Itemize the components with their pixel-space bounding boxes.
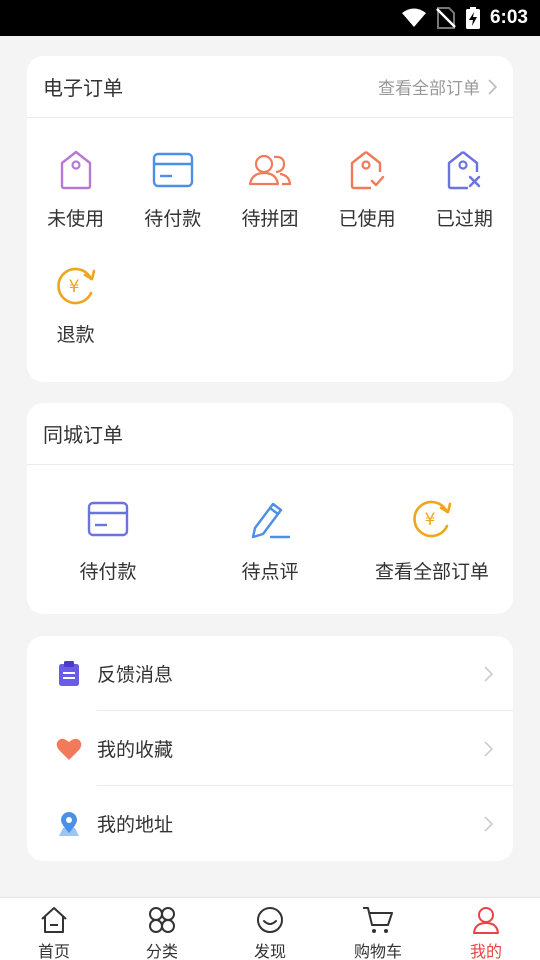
user-icon bbox=[473, 907, 499, 934]
order-status-refund[interactable]: ¥ 退款 bbox=[27, 264, 124, 380]
refund-icon: ¥ bbox=[56, 267, 95, 305]
order-status-pending-group[interactable]: 待拼团 bbox=[221, 148, 318, 264]
tab-cart[interactable]: 购物车 bbox=[324, 898, 432, 960]
order-status-pending-payment[interactable]: 待付款 bbox=[124, 148, 221, 264]
no-sim-icon bbox=[436, 7, 456, 29]
city-order-label: 待付款 bbox=[79, 561, 137, 583]
tab-label: 分类 bbox=[145, 942, 178, 960]
city-orders-title: 同城订单 bbox=[43, 423, 123, 447]
order-status-label: 待付款 bbox=[144, 208, 202, 230]
tab-label: 我的 bbox=[469, 942, 502, 960]
bottom-tab-bar: 首页 分类 发现 购物车 我的 bbox=[0, 897, 540, 960]
menu-item-address[interactable]: 我的地址 bbox=[27, 786, 513, 861]
view-all-orders-link[interactable]: 查看全部订单 bbox=[378, 74, 497, 99]
chevron-right-icon bbox=[484, 815, 493, 832]
order-status-unused[interactable]: 未使用 bbox=[27, 148, 124, 264]
menu-item-label: 我的收藏 bbox=[97, 739, 174, 761]
chevron-right-icon bbox=[488, 78, 497, 95]
svg-text:¥: ¥ bbox=[68, 277, 79, 297]
tab-mine[interactable]: 我的 bbox=[432, 898, 540, 960]
used-tag-icon bbox=[350, 151, 385, 190]
city-order-label: 待点评 bbox=[241, 561, 299, 583]
electronic-orders-card: 电子订单 查看全部订单 未使用 待付款 待拼团 已使用 已过期 ¥ 退款 bbox=[27, 56, 513, 382]
svg-text:¥: ¥ bbox=[425, 510, 436, 530]
electronic-orders-header: 电子订单 查看全部订单 bbox=[27, 56, 513, 118]
battery-charging-icon bbox=[465, 7, 480, 29]
status-bar: 6:03 bbox=[0, 0, 540, 36]
order-status-label: 未使用 bbox=[47, 208, 105, 230]
pen-icon bbox=[251, 502, 291, 539]
menu-item-feedback[interactable]: 反馈消息 bbox=[27, 636, 513, 711]
tab-discover[interactable]: 发现 bbox=[216, 898, 324, 960]
expired-tag-icon bbox=[448, 151, 481, 190]
order-status-label: 已过期 bbox=[435, 208, 493, 230]
chevron-right-icon bbox=[484, 665, 493, 682]
order-status-label: 待拼团 bbox=[241, 208, 299, 230]
menu-item-label: 反馈消息 bbox=[97, 664, 174, 686]
electronic-orders-title: 电子订单 bbox=[43, 76, 123, 100]
chevron-right-icon bbox=[484, 740, 493, 757]
view-all-orders-label: 查看全部订单 bbox=[378, 79, 480, 99]
order-status-used[interactable]: 已使用 bbox=[319, 148, 416, 264]
location-pin-icon bbox=[59, 811, 79, 836]
unused-tag-icon bbox=[60, 150, 91, 190]
order-status-label: 退款 bbox=[56, 324, 95, 346]
yen-refresh-icon: ¥ bbox=[413, 500, 452, 538]
city-order-label: 查看全部订单 bbox=[374, 561, 489, 583]
clipboard-icon bbox=[59, 660, 79, 686]
tab-label: 首页 bbox=[37, 942, 70, 960]
wifi-icon bbox=[401, 8, 426, 27]
menu-item-favorites[interactable]: 我的收藏 bbox=[27, 711, 513, 786]
city-order-view-all[interactable]: ¥ 查看全部订单 bbox=[351, 497, 513, 584]
menu-card: 反馈消息 我的收藏 我的地址 bbox=[27, 636, 513, 861]
order-status-expired[interactable]: 已过期 bbox=[416, 148, 513, 264]
home-icon bbox=[41, 907, 67, 933]
tab-label: 发现 bbox=[253, 942, 286, 960]
city-orders-card: 同城订单 待付款 待点评 ¥ 查看全部订单 bbox=[27, 403, 513, 614]
electronic-orders-grid: 未使用 待付款 待拼团 已使用 已过期 ¥ 退款 bbox=[27, 118, 513, 380]
tab-category[interactable]: 分类 bbox=[108, 898, 216, 960]
city-order-pending-payment[interactable]: 待付款 bbox=[27, 497, 189, 584]
city-order-pending-review[interactable]: 待点评 bbox=[189, 497, 351, 584]
card-icon bbox=[152, 152, 193, 188]
card-icon bbox=[87, 501, 129, 537]
tab-label: 购物车 bbox=[353, 942, 402, 960]
menu-item-label: 我的地址 bbox=[97, 814, 174, 836]
heart-icon bbox=[56, 738, 82, 760]
city-orders-header: 同城订单 bbox=[27, 403, 513, 465]
cart-icon bbox=[363, 907, 393, 933]
category-icon bbox=[149, 907, 175, 933]
order-status-label: 已使用 bbox=[338, 208, 396, 230]
city-orders-grid: 待付款 待点评 ¥ 查看全部订单 bbox=[27, 465, 513, 584]
discover-icon bbox=[257, 907, 283, 933]
tab-home[interactable]: 首页 bbox=[0, 898, 108, 960]
status-time: 6:03 bbox=[489, 7, 528, 28]
group-icon bbox=[248, 154, 292, 186]
